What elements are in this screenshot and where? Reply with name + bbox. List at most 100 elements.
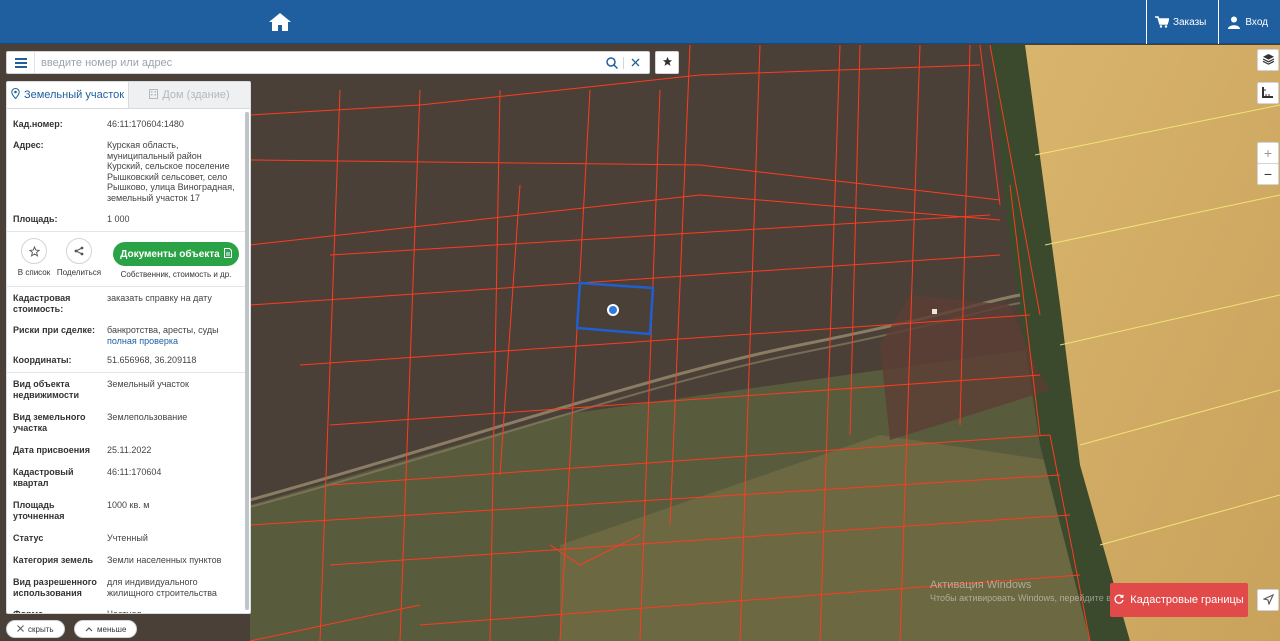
risks-label: Риски при сделке: [13, 325, 95, 335]
menu-icon[interactable] [7, 52, 35, 73]
share-label: Поделиться [56, 268, 102, 277]
top-bar: Заказы Вход [0, 0, 1280, 44]
ruler-button[interactable] [1257, 82, 1279, 104]
search-bar [6, 51, 650, 74]
layers-icon [1262, 52, 1275, 68]
property-label: Вид земельного участка [13, 412, 86, 433]
home-icon[interactable] [266, 8, 294, 36]
property-value: Земельный участок [107, 379, 189, 389]
search-separator [623, 56, 624, 69]
coords-label: Координаты: [13, 355, 72, 365]
order-certificate-link[interactable]: заказать справку на дату [107, 293, 239, 315]
property-value: Частная [107, 609, 142, 614]
address-row: Адрес: Курская область, муниципальный ра… [7, 140, 245, 203]
close-icon[interactable] [627, 55, 643, 71]
cart-icon [1154, 15, 1169, 29]
property-row: Вид земельного участка Землепользование [7, 412, 245, 434]
property-row: Статус Учтенный [7, 533, 245, 544]
panel-body: Кад.номер: 46:11:170604:1480 Адрес: Курс… [7, 110, 245, 614]
property-value: 25.11.2022 [107, 445, 152, 455]
property-label: Вид разрешенного использования [13, 577, 97, 598]
search-input[interactable] [35, 53, 604, 72]
add-to-list-button[interactable]: В список [14, 238, 54, 277]
panel-scrollbar[interactable] [245, 112, 249, 610]
hide-panel-button[interactable]: скрыть [6, 620, 65, 638]
documents-label: Документы объекта [120, 248, 220, 260]
locate-button[interactable] [1257, 589, 1279, 611]
cadastral-boundaries-label: Кадастровые границы [1130, 594, 1244, 606]
cad-number-row: Кад.номер: 46:11:170604:1480 [7, 119, 245, 130]
share-button[interactable]: Поделиться [56, 238, 102, 277]
top-right-menu: Заказы Вход [1145, 0, 1280, 44]
cad-number-link[interactable]: 46:11:170604:1480 [107, 119, 239, 130]
property-label: Вид объекта недвижимости [13, 379, 79, 400]
area-label: Площадь: [13, 214, 58, 224]
area-value: 1 000 [107, 214, 130, 224]
property-row: Кадастровый квартал 46:11:170604 [7, 467, 245, 489]
property-label: Площадь уточненная [13, 500, 65, 521]
share-icon [66, 238, 92, 264]
login-button[interactable]: Вход [1218, 0, 1280, 44]
cad-number-label: Кад.номер: [13, 119, 63, 129]
plus-icon: + [1263, 145, 1273, 161]
property-label: Статус [13, 533, 44, 543]
properties-list: Вид объекта недвижимости Земельный участо… [7, 379, 245, 614]
less-label: меньше [97, 624, 127, 634]
scroll-thumb[interactable] [245, 112, 249, 610]
layers-button[interactable] [1257, 49, 1279, 71]
tab-building-label: Дом (здание) [162, 89, 230, 101]
ruler-icon [1262, 85, 1274, 101]
info-panel: Земельный участок Дом (здание) Кад.номер… [6, 81, 251, 614]
search-icon[interactable] [604, 55, 620, 71]
property-value: Учтенный [107, 533, 148, 543]
chevron-up-icon [85, 625, 93, 634]
login-label: Вход [1245, 16, 1268, 28]
minus-icon: − [1263, 166, 1273, 182]
property-row: Форма собственности Частная [7, 609, 245, 614]
hide-label: скрыть [28, 624, 54, 634]
property-value: 46:11:170604 [107, 467, 162, 477]
property-label: Кадастровый квартал [13, 467, 74, 488]
tab-land-plot[interactable]: Земельный участок [7, 82, 128, 108]
coords-row: Координаты: 51.656968, 36.209118 [7, 355, 245, 366]
tab-building[interactable]: Дом (здание) [128, 82, 250, 108]
property-label: Дата присвоения [13, 445, 90, 455]
address-label: Адрес: [13, 140, 44, 150]
favorites-button[interactable] [655, 51, 679, 74]
cad-value-row: Кадастровая стоимость: заказать справку … [7, 293, 245, 315]
area-row: Площадь: 1 000 [7, 214, 245, 225]
property-label: Категория земель [13, 555, 94, 565]
document-icon [223, 247, 232, 261]
cad-value-label: Кадастровая стоимость: [13, 293, 71, 314]
property-label: Форма собственности [13, 609, 44, 614]
actions-block: В список Поделиться Документы объекта Со… [7, 232, 245, 280]
documents-subtitle: Собственник, стоимость и др. [120, 270, 232, 279]
parcel-marker[interactable] [607, 304, 619, 316]
navigation-arrow-icon [1261, 592, 1274, 608]
building-icon [149, 88, 159, 102]
user-icon [1227, 15, 1241, 29]
building-marker [932, 309, 937, 314]
zoom-in-button[interactable]: + [1257, 142, 1279, 164]
property-row: Категория земель Земли населенных пунктов [7, 555, 245, 566]
property-value: для индивидуального жилищного строительс… [107, 577, 217, 598]
documents-button[interactable]: Документы объекта [113, 242, 239, 266]
close-icon [17, 624, 24, 634]
full-check-link[interactable]: полная проверка [107, 336, 239, 347]
property-row: Площадь уточненная 1000 кв. м [7, 500, 245, 522]
property-value: Землепользование [107, 412, 188, 422]
coords-value: 51.656968, 36.209118 [107, 355, 197, 365]
risks-row: Риски при сделке: банкротства, аресты, с… [7, 325, 245, 346]
orders-button[interactable]: Заказы [1145, 0, 1218, 44]
property-value: 1000 кв. м [107, 500, 150, 510]
refresh-icon [1114, 594, 1124, 607]
location-pin-icon [11, 87, 20, 102]
zoom-out-button[interactable]: − [1257, 163, 1279, 185]
star-icon [662, 56, 673, 70]
star-outline-icon [21, 238, 47, 264]
add-to-list-label: В список [17, 268, 51, 277]
property-row: Вид разрешенного использования для индиви… [7, 577, 245, 599]
cadastral-boundaries-button[interactable]: Кадастровые границы [1110, 583, 1248, 617]
less-button[interactable]: меньше [74, 620, 138, 638]
panel-tabs: Земельный участок Дом (здание) [7, 82, 250, 109]
